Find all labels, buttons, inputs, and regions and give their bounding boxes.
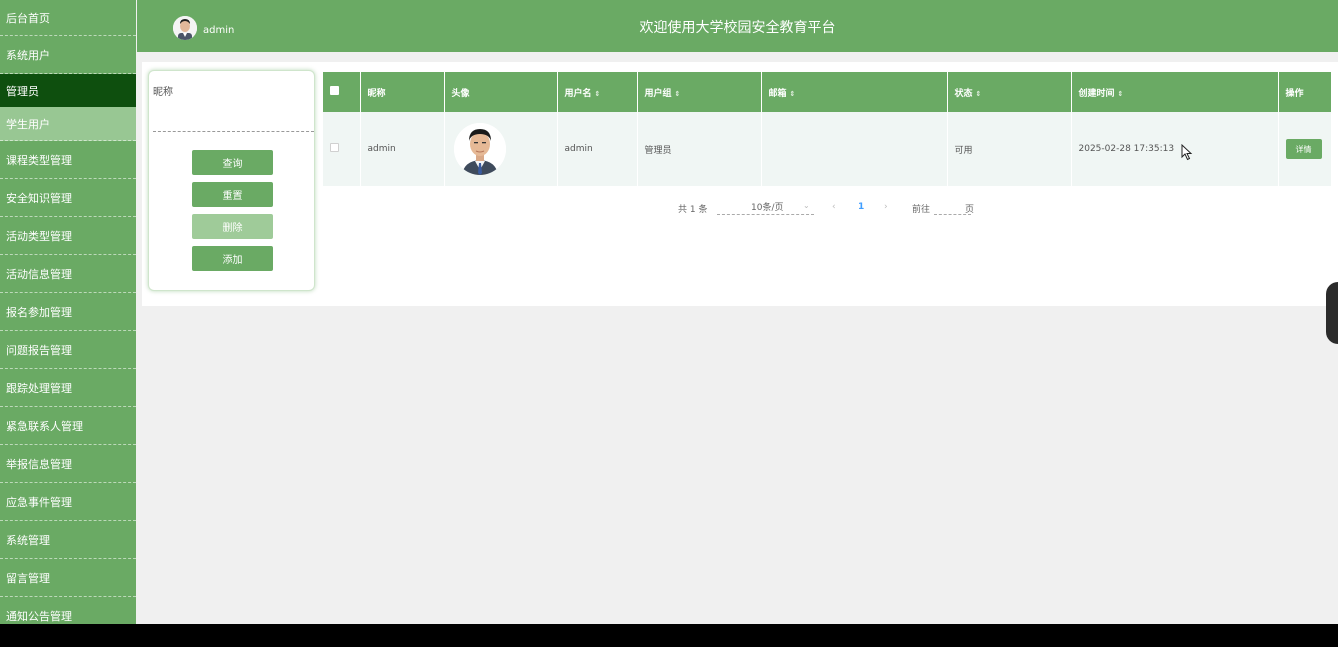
sidebar-item-course-types[interactable]: 课程类型管理 [0,141,136,179]
cell-created: 2025-02-28 17:35:13 [1071,112,1279,186]
sidebar-item-safety-knowledge[interactable]: 安全知识管理 [0,179,136,217]
page-size-select[interactable]: 10条/页 ⌄ [717,200,814,215]
sort-caret-icon[interactable]: ⇕ [675,90,681,98]
nickname-search-input[interactable] [153,111,314,132]
sidebar-item-label: 活动类型管理 [6,229,72,243]
sidebar-item-student-users[interactable]: 学生用户 [0,107,136,141]
select-all-checkbox[interactable] [330,86,339,95]
chevron-right-icon[interactable]: › [884,202,888,212]
top-header: admin 欢迎使用大学校园安全教育平台 [137,0,1338,52]
sidebar-item-label: 问题报告管理 [6,343,72,357]
sidebar-item-label: 留言管理 [6,571,50,585]
sidebar-item-label: 后台首页 [6,11,50,25]
query-button[interactable]: 查询 [192,150,273,175]
mouse-cursor-icon [1181,144,1193,161]
floating-side-handle[interactable] [1326,282,1338,344]
column-header-created[interactable]: 创建时间 ⇕ [1071,72,1279,112]
select-all-header[interactable] [323,72,361,112]
sidebar-item-label: 安全知识管理 [6,191,72,205]
sidebar-item-home[interactable]: 后台首页 [0,0,136,36]
cell-status: 可用 [947,112,1072,186]
column-header-action: 操作 [1278,72,1332,112]
sidebar-item-system-management[interactable]: 系统管理 [0,521,136,559]
column-header-group[interactable]: 用户组 ⇕ [637,72,762,112]
sidebar-item-messages[interactable]: 留言管理 [0,559,136,597]
sidebar-item-tracking[interactable]: 跟踪处理管理 [0,369,136,407]
add-button[interactable]: 添加 [192,246,273,271]
table-header-row: 昵称 头像 用户名 ⇕ 用户组 ⇕ 邮箱 ⇕ 状态 ⇕ 创建时间 ⇕ 操作 [323,72,1332,112]
row-select-cell[interactable] [323,112,361,186]
goto-label: 前往 [912,205,931,215]
sidebar-item-emergency-events[interactable]: 应急事件管理 [0,483,136,521]
page-title: 欢迎使用大学校园安全教育平台 [639,20,836,36]
search-label-nickname: 昵称 [153,87,173,98]
table-row: admin admin 管理员 可用 2025-02-28 17:35:13 详… [323,112,1332,186]
chevron-down-icon: ⌄ [803,201,810,210]
sidebar-item-label: 举报信息管理 [6,457,72,471]
app-window: 后台首页 系统用户 管理员 学生用户 课程类型管理 安全知识管理 活动类型管理 … [0,0,1338,624]
pagination-total: 共 1 条 [678,205,708,215]
users-table: 昵称 头像 用户名 ⇕ 用户组 ⇕ 邮箱 ⇕ 状态 ⇕ 创建时间 ⇕ 操作 admin [323,72,1332,186]
cell-nickname: admin [360,112,445,186]
page-size-value: 10条/页 [751,203,784,213]
reset-button[interactable]: 重置 [192,182,273,207]
column-header-avatar: 头像 [444,72,558,112]
sort-caret-icon[interactable]: ⇕ [595,90,601,98]
sidebar-item-label: 系统管理 [6,533,50,547]
page-number-current[interactable]: 1 [858,202,864,212]
cell-username: admin [557,112,638,186]
row-checkbox[interactable] [330,143,339,152]
chevron-left-icon[interactable]: ‹ [832,202,836,212]
delete-button[interactable]: 删除 [192,214,273,239]
sidebar-item-label: 紧急联系人管理 [6,419,83,433]
sidebar: 后台首页 系统用户 管理员 学生用户 课程类型管理 安全知识管理 活动类型管理 … [0,0,136,624]
sidebar-item-label: 系统用户 [6,48,50,62]
sidebar-item-system-users[interactable]: 系统用户 [0,36,136,74]
sidebar-item-label: 学生用户 [6,117,50,131]
page-unit-label: 页 [965,205,975,215]
cell-group: 管理员 [637,112,762,186]
sidebar-item-label: 应急事件管理 [6,495,72,509]
sort-caret-icon[interactable]: ⇕ [790,90,796,98]
sidebar-item-label: 报名参加管理 [6,305,72,319]
sidebar-item-label: 跟踪处理管理 [6,381,72,395]
user-photo [453,123,506,175]
sidebar-item-activity-info[interactable]: 活动信息管理 [0,255,136,293]
sidebar-item-label: 管理员 [6,84,39,98]
sidebar-item-label: 通知公告管理 [6,609,72,623]
sidebar-item-label: 活动信息管理 [6,267,72,281]
sidebar-item-registration[interactable]: 报名参加管理 [0,293,136,331]
sidebar-item-label: 课程类型管理 [6,153,72,167]
sidebar-item-administrators[interactable]: 管理员 [0,74,136,107]
column-header-username[interactable]: 用户名 ⇕ [557,72,638,112]
column-header-email[interactable]: 邮箱 ⇕ [761,72,948,112]
column-header-nickname: 昵称 [360,72,445,112]
sort-caret-icon[interactable]: ⇕ [976,90,982,98]
cell-email [761,112,948,186]
search-panel: 昵称 查询 重置 删除 添加 [148,70,315,291]
cell-avatar [444,112,558,186]
sidebar-item-report-info[interactable]: 举报信息管理 [0,445,136,483]
sidebar-item-problem-reports[interactable]: 问题报告管理 [0,331,136,369]
cell-action: 详情 [1278,112,1332,186]
column-header-status[interactable]: 状态 ⇕ [947,72,1072,112]
detail-button[interactable]: 详情 [1285,139,1322,159]
sidebar-item-emergency-contacts[interactable]: 紧急联系人管理 [0,407,136,445]
sort-caret-icon[interactable]: ⇕ [1118,90,1124,98]
sidebar-item-activity-types[interactable]: 活动类型管理 [0,217,136,255]
user-photo-icon [453,123,506,175]
sidebar-item-notices[interactable]: 通知公告管理 [0,597,136,624]
